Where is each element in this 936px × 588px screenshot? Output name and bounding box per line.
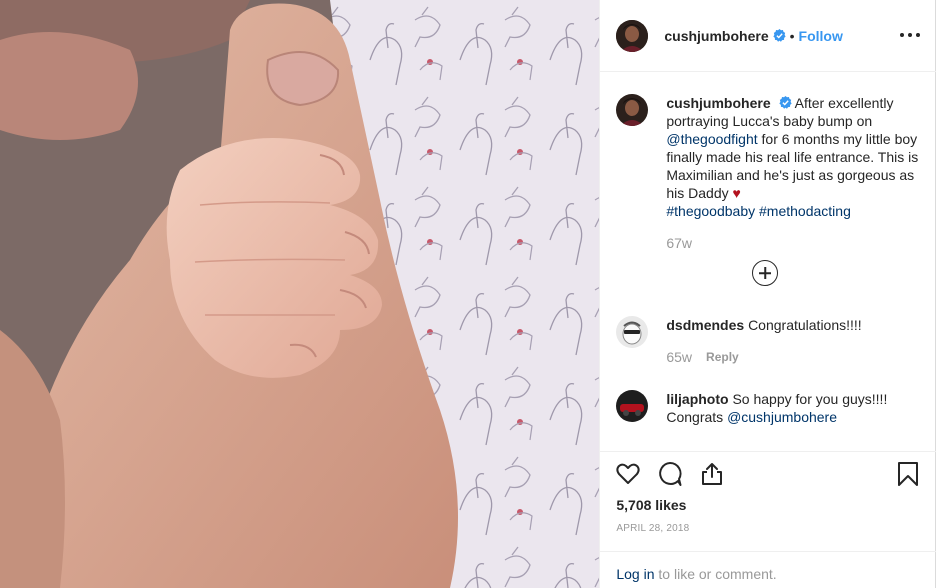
- comment-row: liljaphoto So happy for you guys!!!! Con…: [616, 390, 920, 426]
- comment-mention-link[interactable]: @cushjumbohere: [727, 409, 837, 425]
- follow-button[interactable]: Follow: [799, 28, 843, 44]
- share-icon[interactable]: [698, 460, 726, 488]
- post-date[interactable]: APRIL 28, 2018: [616, 523, 689, 534]
- caption-avatar[interactable]: [616, 94, 649, 126]
- likes-count[interactable]: 5,708 likes: [616, 497, 686, 513]
- login-link[interactable]: Log in: [616, 566, 654, 582]
- comment-meta: 65w Reply: [666, 348, 920, 366]
- hashtag-link[interactable]: #thegoodbaby: [666, 203, 755, 219]
- comment-timestamp[interactable]: 65w: [666, 348, 692, 366]
- comment-body: liljaphoto So happy for you guys!!!! Con…: [666, 390, 920, 426]
- comment-username[interactable]: liljaphoto: [666, 391, 728, 407]
- heart-emoji: ♥: [732, 185, 741, 201]
- comment-username[interactable]: dsdmendes: [666, 317, 744, 333]
- comment-row: dsdmendes Congratulations!!!! 65w Reply: [616, 316, 920, 366]
- comment-bubble-icon[interactable]: [656, 460, 684, 488]
- action-icons: [614, 460, 726, 488]
- like-heart-icon[interactable]: [614, 460, 642, 488]
- post-actions: 5,708 likes APRIL 28, 2018 Log in to lik…: [600, 451, 936, 588]
- verified-badge-icon: [778, 96, 792, 109]
- post-photo[interactable]: [0, 0, 600, 588]
- caption-timestamp[interactable]: 67w: [666, 234, 692, 252]
- caption-row: cushjumbohere After excellently portrayi…: [616, 94, 920, 252]
- hashtag-link[interactable]: #methodacting: [759, 203, 851, 219]
- caption-meta: 67w: [666, 234, 920, 252]
- login-prompt-text: to like or comment.: [654, 566, 777, 582]
- verified-badge-icon: [772, 29, 786, 42]
- bookmark-save-icon[interactable]: [894, 460, 922, 488]
- author-username[interactable]: cushjumbohere: [664, 28, 768, 44]
- comment-avatar[interactable]: [616, 316, 649, 348]
- comment-avatar[interactable]: [616, 390, 649, 422]
- comments-section[interactable]: cushjumbohere After excellently portrayi…: [600, 72, 936, 452]
- login-prompt: Log in to like or comment.: [600, 551, 936, 588]
- comment-text: Congratulations!!!!: [748, 317, 862, 333]
- caption-mention-link[interactable]: @thegoodfight: [666, 131, 757, 147]
- author-avatar[interactable]: [616, 19, 649, 52]
- baby-hand-photo: [0, 0, 600, 588]
- instagram-post: cushjumbohere • Follow cushjumbohere Aft…: [0, 0, 936, 588]
- reply-button[interactable]: Reply: [706, 348, 739, 366]
- caption-username[interactable]: cushjumbohere: [666, 95, 770, 111]
- caption-body: cushjumbohere After excellently portrayi…: [666, 94, 920, 252]
- post-header: cushjumbohere • Follow: [600, 0, 936, 72]
- header-separator: •: [789, 27, 795, 44]
- post-side-panel: cushjumbohere • Follow cushjumbohere Aft…: [599, 0, 936, 588]
- more-options-icon[interactable]: [900, 25, 921, 45]
- load-more-comments-button[interactable]: [752, 260, 779, 286]
- comment-body: dsdmendes Congratulations!!!! 65w Reply: [666, 316, 920, 366]
